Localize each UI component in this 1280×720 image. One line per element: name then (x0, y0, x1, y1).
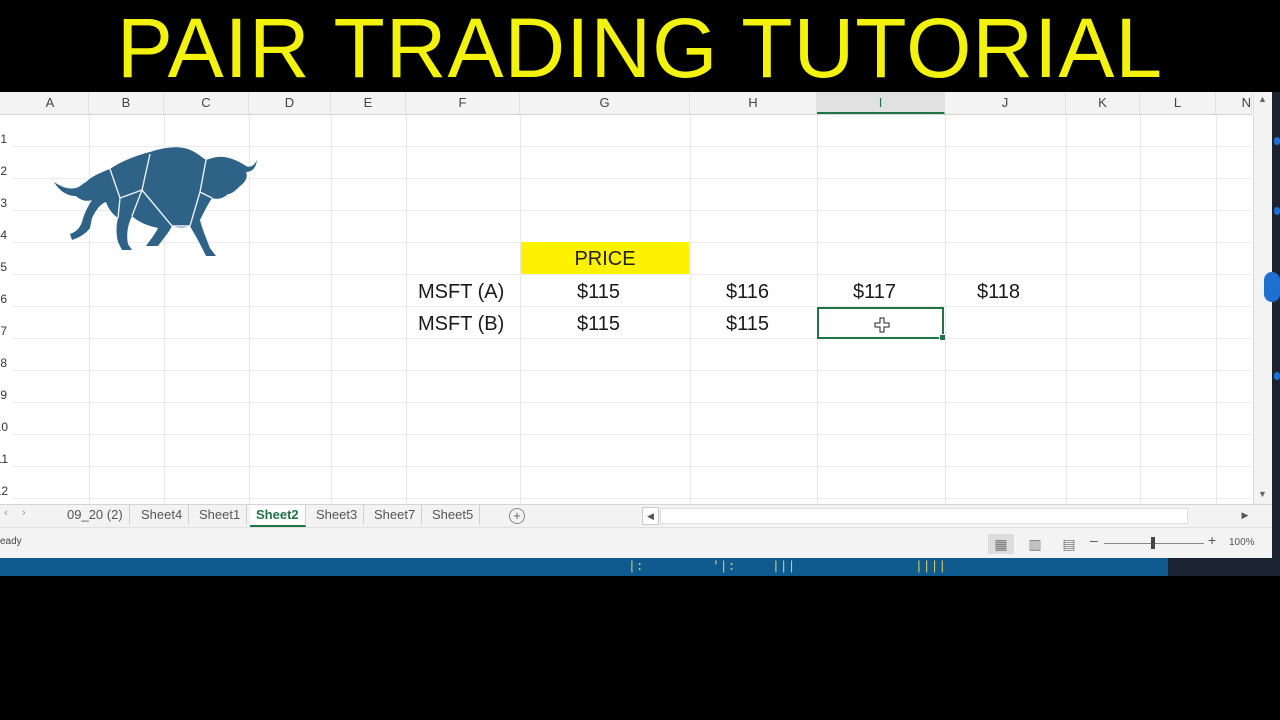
tab-prev-icon[interactable]: ‹ (4, 507, 8, 519)
taskbar-glyph: ||| (772, 559, 796, 574)
tab-next-icon[interactable]: › (22, 507, 26, 519)
status-text: eady (0, 536, 22, 547)
scroll-left-icon[interactable]: ◀ (642, 507, 659, 525)
sheet-tab-bar: ‹ › 09_20 (2) Sheet4 Sheet1 Sheet2 Sheet… (0, 504, 1272, 527)
fill-handle[interactable] (939, 334, 946, 341)
edge-dot-icon (1274, 372, 1280, 380)
row-header-5[interactable]: 5 (0, 260, 7, 274)
column-header-j[interactable]: J (945, 92, 1066, 114)
page-break-view-icon[interactable]: ▤ (1056, 534, 1082, 554)
sheet-tab-sheet4[interactable]: Sheet4 (135, 505, 190, 525)
sheet-tab-sheet5[interactable]: Sheet5 (426, 505, 481, 525)
excel-window: A B C D E F G H I J K L N 1 2 3 4 5 6 7 … (0, 92, 1272, 558)
zoom-level[interactable]: 100% (1229, 537, 1255, 548)
row-header-4[interactable]: 4 (0, 228, 7, 242)
row-label-msft-b[interactable]: MSFT (B) (418, 313, 504, 336)
sheet-tab-sheet7[interactable]: Sheet7 (368, 505, 423, 525)
row-header-2[interactable]: 2 (0, 164, 7, 178)
price-cell-a-1[interactable]: $115 (577, 281, 620, 304)
column-header-row: A B C D E F G H I J K L N (0, 92, 1252, 115)
add-sheet-button[interactable]: + (509, 508, 525, 524)
taskbar-strip: |: '|: ||| |||| (0, 558, 1280, 576)
bull-icon (54, 147, 257, 256)
scroll-right-icon[interactable]: ▶ (1238, 507, 1252, 523)
price-cell-a-3[interactable]: $117 (853, 281, 896, 304)
taskbar-glyph: |||| (915, 559, 947, 574)
column-header-n[interactable]: N (1216, 92, 1252, 114)
scroll-up-icon[interactable]: ▲ (1258, 94, 1267, 104)
row-header-10[interactable]: 10 (0, 420, 8, 434)
row-label-msft-a[interactable]: MSFT (A) (418, 281, 504, 304)
column-header-k[interactable]: K (1066, 92, 1140, 114)
dropbox-icon[interactable] (1264, 272, 1280, 302)
price-cell-a-2[interactable]: $116 (726, 281, 769, 304)
zoom-in-button[interactable]: + (1208, 532, 1216, 548)
taskbar-tray (1168, 558, 1280, 576)
column-header-e[interactable]: E (331, 92, 406, 114)
column-header-f[interactable]: F (406, 92, 520, 114)
row-header-9[interactable]: 9 (0, 388, 7, 402)
row-header-6[interactable]: 6 (0, 292, 7, 306)
column-header-l[interactable]: L (1140, 92, 1216, 114)
row-header-12[interactable]: 12 (0, 484, 8, 498)
taskbar-glyph: '|: (712, 559, 736, 574)
banner-title: PAIR TRADING TUTORIAL (116, 1, 1164, 95)
zoom-out-button[interactable]: – (1090, 532, 1098, 548)
zoom-slider-thumb[interactable] (1151, 537, 1155, 549)
price-header-cell[interactable]: PRICE (521, 242, 689, 274)
column-header-i[interactable]: I (817, 92, 945, 114)
row-header-1[interactable]: 1 (0, 132, 7, 146)
column-header-g[interactable]: G (520, 92, 690, 114)
column-header-d[interactable]: D (249, 92, 331, 114)
row-header-7[interactable]: 7 (0, 324, 7, 338)
normal-view-icon[interactable]: ▦ (988, 534, 1014, 554)
price-cell-b-1[interactable]: $115 (577, 313, 620, 336)
edge-dot-icon (1274, 207, 1280, 215)
row-header-3[interactable]: 3 (0, 196, 7, 210)
sheet-tab-sheet1[interactable]: Sheet1 (193, 505, 248, 525)
column-header-b[interactable]: B (89, 92, 164, 114)
title-banner: PAIR TRADING TUTORIAL (0, 0, 1280, 95)
adjacent-window-edge (1264, 92, 1280, 558)
price-cell-b-2[interactable]: $115 (726, 313, 769, 336)
sheet-tab-sheet3[interactable]: Sheet3 (310, 505, 365, 525)
edge-dot-icon (1274, 137, 1280, 145)
row-header-8[interactable]: 8 (0, 356, 7, 370)
column-header-c[interactable]: C (164, 92, 249, 114)
row-header-11[interactable]: 11 (0, 452, 8, 466)
price-cell-a-4[interactable]: $118 (977, 281, 1020, 304)
taskbar-glyph: |: (628, 559, 644, 574)
page-layout-view-icon[interactable]: ▥ (1022, 534, 1048, 554)
column-header-h[interactable]: H (690, 92, 817, 114)
cell-cursor-icon (874, 317, 890, 333)
scroll-down-icon[interactable]: ▼ (1258, 489, 1267, 499)
status-bar: eady ▦ ▥ ▤ – + 100% (0, 527, 1272, 558)
horizontal-scrollbar[interactable] (660, 508, 1188, 524)
column-header-a[interactable]: A (12, 92, 89, 114)
sheet-tab-09-20-2[interactable]: 09_20 (2) (61, 505, 130, 525)
sheet-tab-sheet2[interactable]: Sheet2 (250, 505, 306, 527)
